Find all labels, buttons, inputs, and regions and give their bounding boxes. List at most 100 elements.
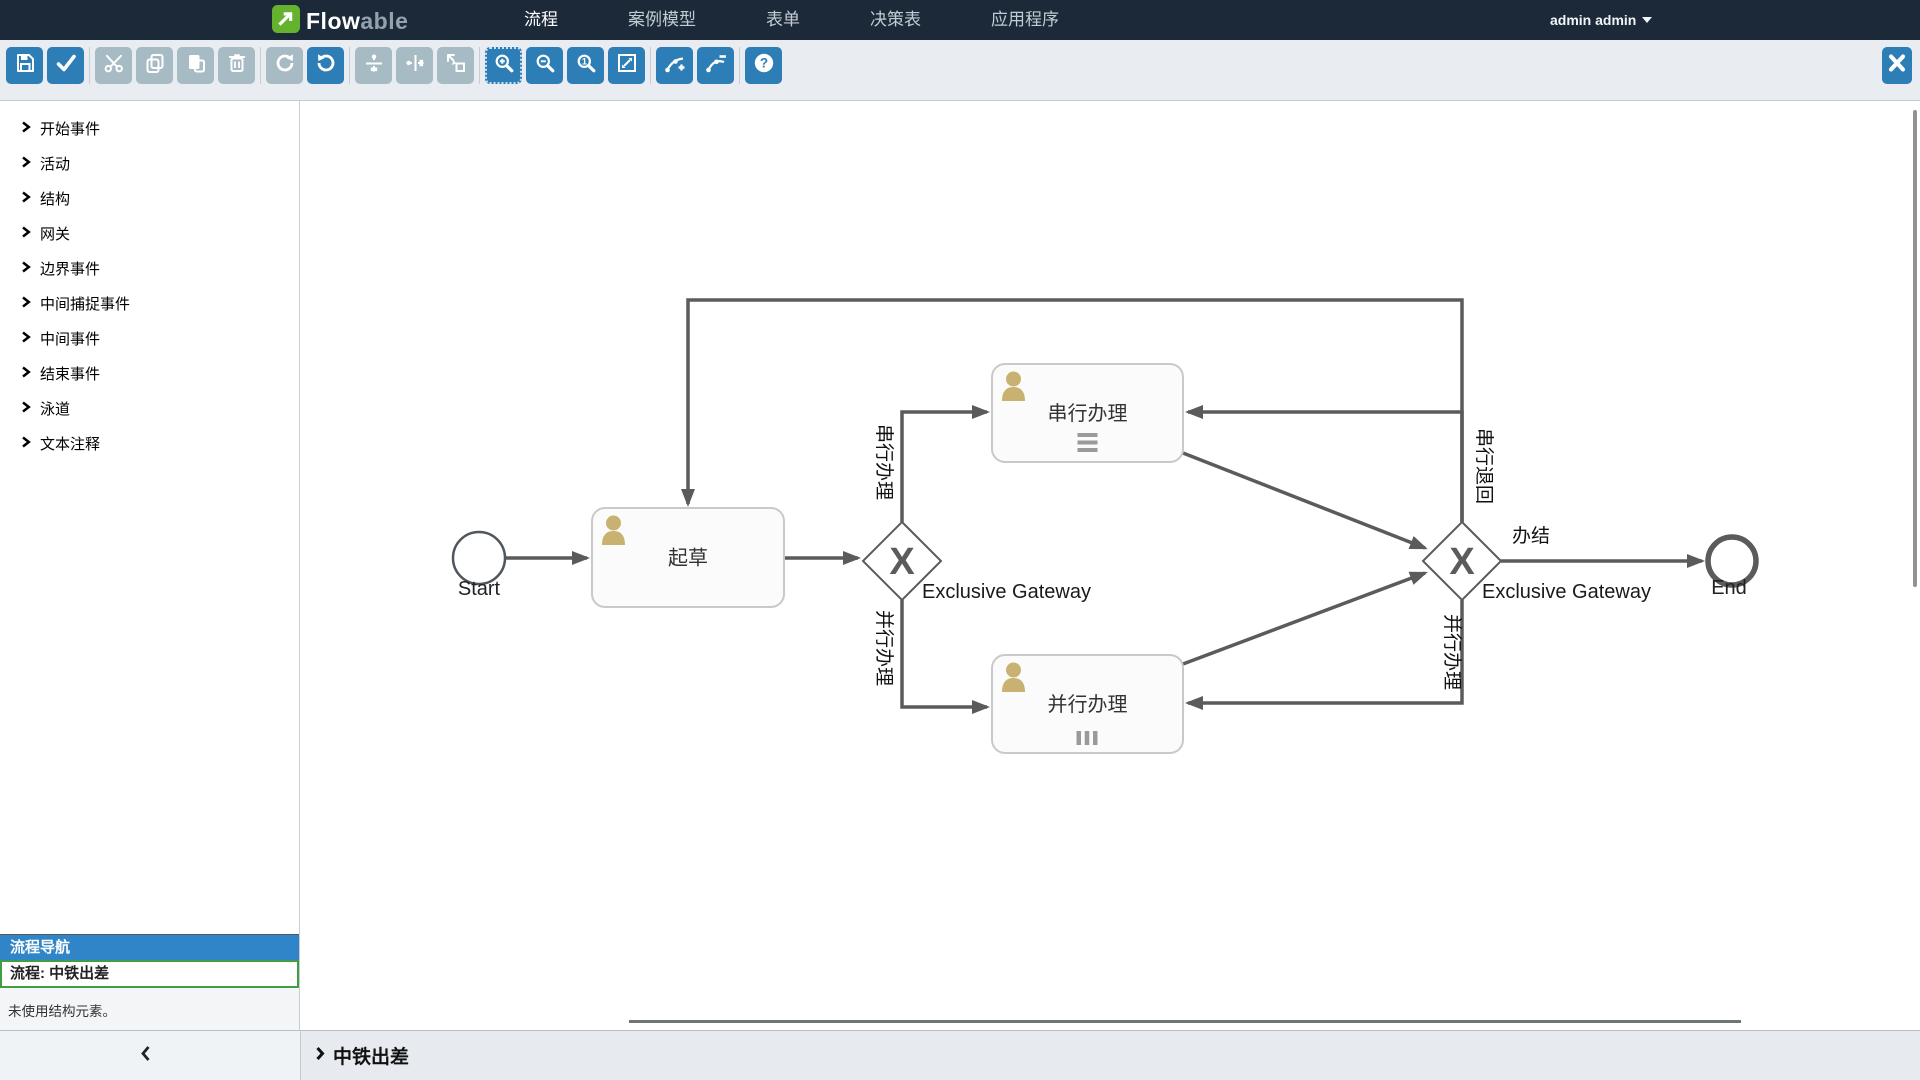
toolbar-separator: [89, 47, 90, 84]
zoom-fit-icon: [615, 51, 639, 80]
bpmn-canvas[interactable]: 串行办理并行办理串行退回办结并行办理Start起草XExclusive Gate…: [300, 101, 1920, 1030]
nav-tab-3[interactable]: 表单: [766, 0, 800, 40]
redo-icon: [273, 51, 297, 80]
process-title-bar: 中铁出差: [300, 1030, 1920, 1080]
zoom-out-icon: [533, 51, 557, 80]
user-menu[interactable]: admin admin: [1550, 0, 1652, 40]
node-label: 并行办理: [1048, 693, 1128, 716]
same-size-icon: [444, 51, 468, 80]
palette-group-中间事件[interactable]: 中间事件: [0, 321, 299, 356]
palette-group-label: 结束事件: [40, 363, 100, 384]
copy-icon: [143, 51, 167, 80]
flow-gw2-end[interactable]: 办结: [1501, 525, 1702, 561]
edge-label: 办结: [1512, 525, 1550, 547]
add-bendpoint-button[interactable]: [656, 47, 693, 84]
check-icon: [54, 51, 78, 80]
edge-label: 并行办理: [1441, 614, 1463, 690]
start[interactable]: Start: [453, 532, 505, 600]
task-parallel[interactable]: 并行办理: [992, 655, 1183, 753]
save-icon: [13, 51, 37, 80]
paste-button: [177, 47, 214, 84]
chevron-left-icon: [140, 1045, 151, 1067]
task-qicao[interactable]: 起草: [592, 508, 784, 607]
palette-group-边界事件[interactable]: 边界事件: [0, 251, 299, 286]
validate-button[interactable]: [47, 47, 84, 84]
palette-group-网关[interactable]: 网关: [0, 216, 299, 251]
palette-group-活动[interactable]: 活动: [0, 146, 299, 181]
edge-label: 串行退回: [1473, 428, 1495, 504]
flow-gw2-serial-return[interactable]: 串行退回: [1188, 412, 1495, 522]
zoom-in-button[interactable]: [485, 47, 522, 84]
palette-sidebar: 开始事件活动结构网关边界事件中间捕捉事件中间事件结束事件泳道文本注释 流程导航 …: [0, 101, 300, 1030]
flow-gw1-parallel[interactable]: 并行办理: [873, 600, 987, 707]
zoom-actual-size-button[interactable]: 1: [567, 47, 604, 84]
process-title: 中铁出差: [333, 1042, 409, 1069]
nav-tab-2[interactable]: 案例模型: [628, 0, 696, 40]
node-label: Exclusive Gateway: [1482, 581, 1651, 603]
palette-group-开始事件[interactable]: 开始事件: [0, 111, 299, 146]
gateway-1[interactable]: XExclusive Gateway: [863, 522, 1091, 603]
chevron-right-icon: [21, 155, 31, 172]
user-name-label: admin admin: [1550, 0, 1636, 40]
palette-group-label: 开始事件: [40, 118, 100, 139]
palette-group-label: 文本注释: [40, 433, 100, 454]
align-horizontal-button: [396, 47, 433, 84]
align-vertical-icon: [362, 51, 386, 80]
vertical-scrollbar-thumb[interactable]: [1913, 110, 1917, 587]
align-horizontal-icon: [403, 51, 427, 80]
chevron-down-icon: [1642, 17, 1652, 23]
toolbar-separator: [349, 47, 350, 84]
flow-gw1-serial[interactable]: 串行办理: [873, 412, 987, 522]
toolbar-separator: [650, 47, 651, 84]
chevron-right-icon: [21, 120, 31, 137]
toolbar-separator: [479, 47, 480, 84]
node-label: 串行办理: [1048, 402, 1128, 425]
palette-group-label: 网关: [40, 223, 70, 244]
save-button[interactable]: [6, 47, 43, 84]
toolbar-group: [95, 47, 255, 84]
shape-palette: 开始事件活动结构网关边界事件中间捕捉事件中间事件结束事件泳道文本注释: [0, 101, 299, 461]
scissors-icon: [102, 51, 126, 80]
palette-group-中间捕捉事件[interactable]: 中间捕捉事件: [0, 286, 299, 321]
navigator-process-item[interactable]: 流程: 中铁出差: [0, 960, 299, 988]
palette-group-结构[interactable]: 结构: [0, 181, 299, 216]
logo-wordmark: Flowable: [306, 8, 408, 35]
close-icon: [1885, 51, 1909, 80]
main-nav-tabs: 流程案例模型表单决策表应用程序: [524, 0, 1059, 40]
task-serial[interactable]: 串行办理: [992, 364, 1183, 462]
exclusive-gateway-marker: X: [889, 541, 915, 583]
toolbar-group: [656, 47, 734, 84]
undo-button[interactable]: [307, 47, 344, 84]
end[interactable]: End: [1708, 537, 1756, 599]
zoom-fit-button[interactable]: [608, 47, 645, 84]
bendpoint-remove-icon: [704, 51, 728, 80]
close-editor-button[interactable]: [1882, 47, 1912, 84]
edge-label: 串行办理: [873, 424, 895, 500]
palette-group-泳道[interactable]: 泳道: [0, 391, 299, 426]
horizontal-scrollbar-thumb[interactable]: [629, 1020, 1741, 1023]
flowable-modeler-app: Flowable 流程案例模型表单决策表应用程序 admin admin 1? …: [0, 0, 1920, 1080]
copy-button: [136, 47, 173, 84]
delete-button: [218, 47, 255, 84]
sidebar-collapse-bar[interactable]: [0, 1030, 300, 1080]
nav-tab-5[interactable]: 应用程序: [991, 0, 1059, 40]
zoom-out-button[interactable]: [526, 47, 563, 84]
nav-tab-4[interactable]: 决策表: [870, 0, 921, 40]
flowable-logo-icon: [272, 5, 300, 38]
parallel-multiinstance-marker: [1077, 731, 1082, 745]
palette-group-结束事件[interactable]: 结束事件: [0, 356, 299, 391]
palette-group-label: 中间事件: [40, 328, 100, 349]
palette-group-label: 结构: [40, 188, 70, 209]
remove-bendpoint-button[interactable]: [697, 47, 734, 84]
flow-gw2-parallel-return[interactable]: 并行办理: [1188, 600, 1463, 703]
chevron-right-icon[interactable]: [315, 1046, 325, 1066]
chevron-right-icon: [21, 225, 31, 242]
flow-parallel-gw2[interactable]: [1183, 573, 1425, 664]
toolbar-group: [266, 47, 344, 84]
palette-group-文本注释[interactable]: 文本注释: [0, 426, 299, 461]
flowable-logo[interactable]: Flowable: [272, 5, 408, 38]
help-button[interactable]: ?: [745, 47, 782, 84]
node-label: End: [1711, 577, 1747, 599]
flow-serial-gw2[interactable]: [1183, 453, 1425, 548]
parallel-multiinstance-marker: [1085, 731, 1090, 745]
